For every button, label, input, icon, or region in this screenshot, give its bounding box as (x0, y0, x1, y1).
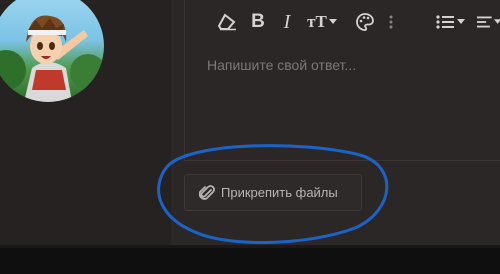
bottom-bar (0, 245, 500, 274)
attach-files-label: Прикрепить файлы (221, 185, 338, 200)
list-dropdown[interactable] (433, 10, 467, 34)
align-icon (477, 16, 492, 28)
chevron-down-icon (328, 19, 337, 24)
reply-placeholder[interactable]: Напишите свой ответ... (207, 57, 356, 73)
avatar-illustration (0, 15, 104, 102)
text-size-label: тТ (307, 12, 327, 31)
text-size-dropdown[interactable]: тТ (303, 10, 341, 34)
chevron-down-icon (456, 19, 465, 24)
more-vertical-icon[interactable] (385, 10, 397, 34)
eraser-icon[interactable] (215, 10, 239, 34)
align-dropdown[interactable] (477, 10, 500, 34)
palette-icon[interactable] (353, 10, 377, 34)
italic-button[interactable]: I (277, 10, 297, 34)
bottom-divider (0, 245, 500, 248)
attach-files-button[interactable]: Прикрепить файлы (184, 174, 362, 211)
list-icon (435, 15, 454, 29)
bold-button[interactable]: B (247, 10, 269, 34)
left-column (0, 0, 171, 245)
chevron-down-icon (493, 19, 500, 24)
paperclip-icon (199, 184, 215, 202)
reply-editor[interactable]: B I тТ Напишите свой ответ... (184, 0, 500, 161)
user-avatar[interactable] (0, 0, 104, 102)
editor-toolbar: B I тТ (185, 6, 500, 38)
reply-column: B I тТ Напишите свой ответ... Прикрепить… (171, 0, 500, 245)
